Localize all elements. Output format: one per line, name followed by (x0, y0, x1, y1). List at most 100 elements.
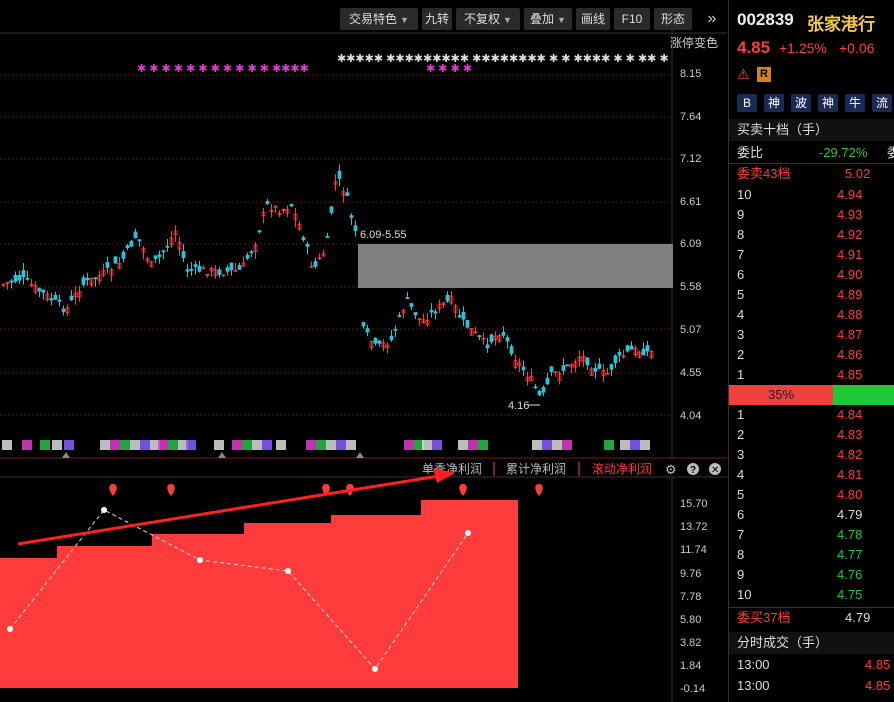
buy-level-row[interactable]: 8 4.77 (729, 545, 894, 565)
warning-icon[interactable]: ⚠ (737, 66, 750, 83)
btn-niu[interactable]: 牛 (845, 94, 865, 112)
event-marker (316, 440, 326, 450)
price-tick: 5.07 (680, 324, 701, 336)
btn-shen[interactable]: 神 (764, 94, 784, 112)
report-pin (167, 484, 175, 496)
candle-body (125, 245, 130, 249)
price-box-label: 6.09-5.55 (360, 229, 406, 241)
candle-body (329, 206, 334, 213)
event-marker (52, 440, 62, 450)
bid-ask-bar: 35% (729, 385, 894, 405)
event-marker (630, 440, 640, 450)
event-marker (232, 440, 242, 450)
event-arrow (218, 452, 226, 458)
candle-body (249, 251, 254, 254)
stock-price: 4.85 (737, 38, 771, 57)
candle-body (193, 264, 198, 267)
candle-body (257, 230, 262, 233)
event-arrow (356, 452, 364, 458)
candle-body (305, 243, 310, 247)
candle-body (345, 192, 350, 196)
buy-level-row[interactable]: 2 4.83 (729, 425, 894, 445)
buy-level-row[interactable]: 1 4.84 (729, 405, 894, 425)
profit-tick: 15.70 (680, 498, 708, 510)
candle-body (549, 366, 554, 372)
sell-level-row[interactable]: 2 4.86 (729, 345, 894, 365)
candle-body (337, 170, 342, 179)
event-marker (640, 440, 650, 450)
event-marker (422, 440, 432, 450)
sell-header-row: 委卖43档 5.02 (729, 163, 894, 184)
candle-body (229, 262, 234, 271)
event-marker (64, 440, 74, 450)
btn-b[interactable]: B (737, 94, 757, 112)
candle-body (405, 297, 410, 300)
candle-body (565, 364, 570, 367)
buy-level-row[interactable]: 5 4.80 (729, 485, 894, 505)
event-marker (214, 440, 224, 450)
sell-level-row[interactable]: 3 4.87 (729, 325, 894, 345)
candle-body (17, 274, 22, 281)
candle-body (353, 225, 358, 232)
sell-level-row[interactable]: 9 4.93 (729, 205, 894, 225)
buy-level-row[interactable]: 10 4.75 (729, 585, 894, 605)
trade-row: 13:00 4.85 (737, 678, 891, 693)
candle-body (165, 245, 170, 248)
sell-level-row[interactable]: 10 4.94 (729, 185, 894, 205)
buy-level-row[interactable]: 4 4.81 (729, 465, 894, 485)
trade-row: 13:00 4.85 (737, 657, 891, 672)
gear-icon: ⚙ (665, 462, 677, 477)
candle-body (9, 280, 14, 283)
sell-level-row[interactable]: 8 4.92 (729, 225, 894, 245)
candle-body (185, 269, 190, 272)
price-tick: 7.12 (680, 153, 701, 165)
sell-level-row[interactable]: 5 4.89 (729, 285, 894, 305)
candle-body (521, 366, 526, 371)
event-marker (346, 440, 356, 450)
sell-level-row[interactable]: 4 4.88 (729, 305, 894, 325)
candle-body (477, 335, 482, 338)
buy-level-row[interactable]: 3 4.82 (729, 445, 894, 465)
stock-change-pct: +1.25% (779, 40, 827, 56)
sell-level-row[interactable]: 1 4.85 (729, 365, 894, 385)
sell-level-row[interactable]: 6 4.90 (729, 265, 894, 285)
btn-shen-2[interactable]: 神 (818, 94, 838, 112)
risk-badge[interactable]: R (757, 67, 771, 82)
event-marker (186, 440, 196, 450)
profit-tick: 5.80 (680, 614, 701, 626)
quote-panel: 002839 张家港行 4.85 +1.25% +0.06 ⚠ R B 神 波 … (728, 0, 894, 702)
candle-body (629, 345, 634, 350)
btn-liu[interactable]: 流 (872, 94, 892, 112)
kline-chart[interactable]: 涨停变色 ✱ ✱ ✱ ✱ ✱ ✱ ✱ ✱ ✱ ✱ ✱ ✱✱✱✱ ✱✱✱✱✱ ✱✱… (0, 0, 727, 702)
candle-body (153, 255, 158, 259)
event-marker (130, 440, 140, 450)
event-marker (252, 440, 262, 450)
candle-body (325, 236, 330, 238)
profit-tick: 3.82 (680, 637, 701, 649)
btn-bo[interactable]: 波 (791, 94, 811, 112)
candle-body (361, 322, 366, 327)
price-tick: 6.61 (680, 196, 701, 208)
orderbook-title: 买卖十档（手） (729, 119, 894, 141)
event-marker (604, 440, 614, 450)
event-marker (120, 440, 130, 450)
event-marker (542, 440, 552, 450)
candle-body (161, 250, 166, 253)
buy-level-row[interactable]: 6 4.79 (729, 505, 894, 525)
event-marker (458, 440, 468, 450)
profit-tick: 7.78 (680, 591, 701, 603)
candle-body (189, 268, 194, 271)
svg-text:✱ ✱ ✱ ✱ ✱ ✱ ✱ ✱ ✱ ✱ ✱: ✱ ✱ ✱ ✱ ✱ ✱ ✱ ✱ ✱ ✱ ✱ ✱✱✱✱ (137, 63, 309, 75)
candle-body (349, 215, 354, 218)
event-marker (2, 440, 12, 450)
candle-body (393, 328, 398, 331)
stock-change: +0.06 (839, 40, 875, 56)
event-marker (276, 440, 286, 450)
event-marker (432, 440, 442, 450)
buy-level-row[interactable]: 9 4.76 (729, 565, 894, 585)
buy-level-row[interactable]: 7 4.78 (729, 525, 894, 545)
event-marker (168, 440, 178, 450)
candle-body (537, 390, 542, 396)
candle-body (413, 312, 418, 316)
sell-level-row[interactable]: 7 4.91 (729, 245, 894, 265)
